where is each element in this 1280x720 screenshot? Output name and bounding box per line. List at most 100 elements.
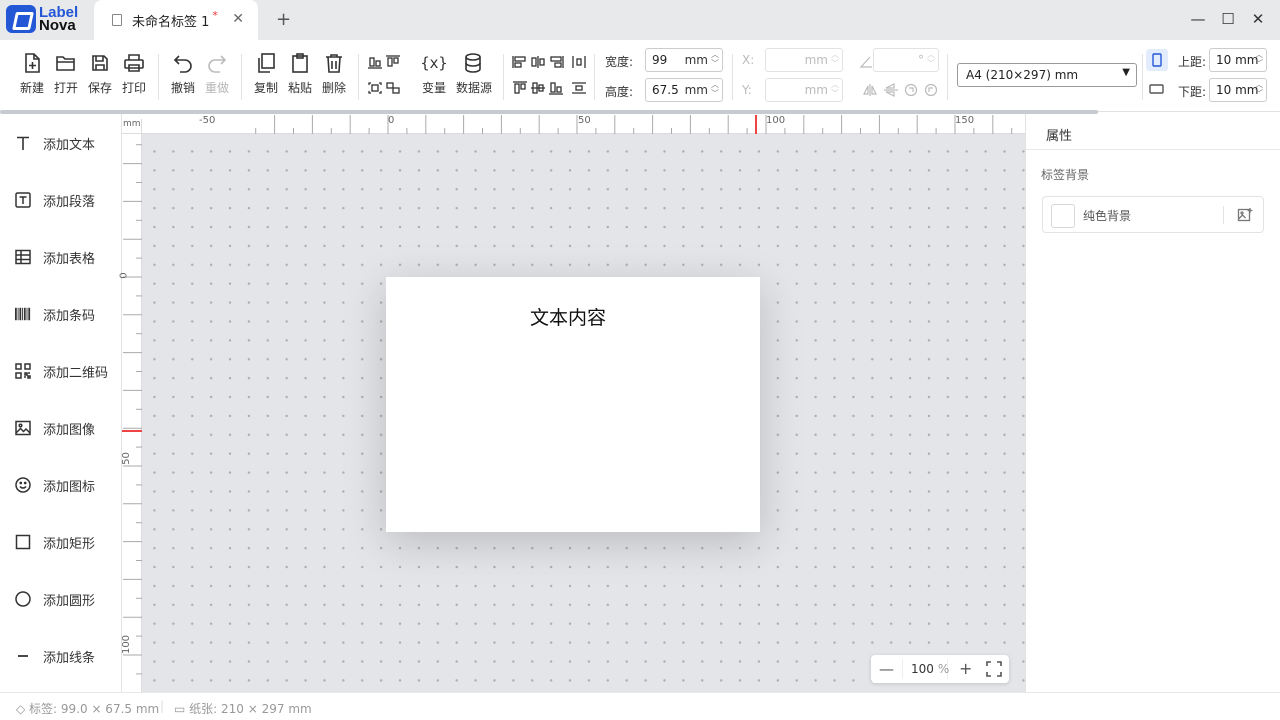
new-tab-button[interactable]: +	[276, 9, 291, 30]
portrait-icon	[1152, 53, 1162, 67]
ruler-unit: mm	[123, 119, 142, 134]
undo-button[interactable]: 撤销	[166, 50, 200, 96]
spinner-arrows-icon[interactable]: ︿ ﹀	[1255, 50, 1263, 68]
flip-vertical-icon[interactable]	[883, 83, 899, 97]
rotate-left-45-icon[interactable]	[903, 83, 919, 97]
maximize-button[interactable]: ☐	[1218, 10, 1238, 30]
image-background-icon[interactable]	[1237, 207, 1253, 223]
portrait-orientation-button[interactable]	[1146, 49, 1168, 71]
zoom-value-input[interactable]: 100%	[902, 659, 949, 679]
sidebar-item-add-barcode[interactable]: 添加条码	[0, 294, 122, 334]
save-button[interactable]: 保存	[83, 50, 117, 96]
status-bar: ◇ 标签: 99.0 × 67.5 mm | ▭ 纸张: 210 × 297 m…	[0, 692, 1280, 720]
spinner-arrows-icon[interactable]: ︿ ﹀	[831, 80, 839, 98]
align-bottom-icon[interactable]	[367, 55, 383, 69]
variable-button[interactable]: {x} 变量	[417, 50, 451, 96]
x-unit: mm	[804, 53, 828, 67]
text-element[interactable]: 文本内容	[530, 303, 606, 330]
redo-icon	[200, 50, 234, 76]
copy-button[interactable]: 复制	[249, 50, 283, 96]
rotate-right-45-icon[interactable]	[923, 83, 939, 97]
sidebar-item-add-circle[interactable]: 添加圆形	[0, 579, 122, 619]
distribute-h-icon[interactable]	[571, 55, 587, 69]
spinner-arrows-icon[interactable]: ︿ ﹀	[711, 80, 719, 98]
width-unit: mm	[684, 53, 708, 67]
angle-icon	[859, 56, 872, 68]
x-label: X:	[742, 53, 755, 67]
zoom-value: 100	[911, 662, 934, 676]
ruler-tick-label: 0	[388, 115, 395, 126]
sidebar-item-add-paragraph[interactable]: 添加段落	[0, 180, 122, 220]
label-page[interactable]: 文本内容	[386, 277, 760, 532]
datasource-label: 数据源	[456, 81, 493, 95]
height-label: 高度:	[605, 85, 634, 99]
spinner-arrows-icon[interactable]: ︿ ﹀	[831, 50, 839, 68]
spinner-arrows-icon[interactable]: ︿ ﹀	[927, 50, 935, 68]
datasource-button[interactable]: 数据源	[456, 50, 493, 96]
folder-icon	[49, 50, 83, 76]
minimize-button[interactable]: —	[1188, 10, 1208, 30]
distribute-v-icon[interactable]	[571, 81, 587, 95]
redo-button[interactable]: 重做	[200, 50, 234, 96]
sidebar-item-label: 添加线条	[43, 650, 96, 666]
ruler-tick-label: -50	[199, 115, 216, 126]
align-center-h-icon[interactable]	[530, 55, 546, 69]
undo-icon	[166, 50, 200, 76]
group-icon[interactable]	[367, 81, 383, 95]
top-margin-input[interactable]: 10 mm ︿ ﹀	[1209, 48, 1267, 72]
copy-icon	[249, 50, 283, 76]
sidebar-item-add-text[interactable]: 添加文本	[0, 123, 122, 163]
x-input[interactable]: mm ︿ ﹀	[765, 48, 843, 72]
delete-button[interactable]: 删除	[317, 50, 351, 96]
background-selector[interactable]: 纯色背景	[1042, 196, 1264, 233]
document-tab[interactable]: 未命名标签 1 * ✕	[94, 0, 258, 40]
landscape-orientation-button[interactable]	[1146, 78, 1168, 100]
toolbar-divider	[1142, 54, 1143, 100]
label-size-status: ◇ 标签: 99.0 × 67.5 mm	[16, 700, 159, 717]
sidebar-item-label: 添加表格	[43, 251, 96, 267]
bottom-margin-input[interactable]: 10 mm ︿ ﹀	[1209, 78, 1267, 102]
open-button[interactable]: 打开	[49, 50, 83, 96]
print-button[interactable]: 打印	[117, 50, 151, 96]
align-left-icon[interactable]	[512, 55, 528, 69]
bottom-margin-value: 10 mm	[1216, 83, 1259, 97]
new-button[interactable]: 新建	[15, 50, 49, 96]
sidebar-item-label: 添加二维码	[43, 365, 109, 381]
spinner-arrows-icon[interactable]: ︿ ﹀	[711, 50, 719, 68]
align-middle-v-icon[interactable]	[530, 81, 546, 95]
tab-close-icon[interactable]: ✕	[232, 11, 244, 27]
color-swatch[interactable]	[1051, 204, 1075, 228]
paragraph-icon	[15, 192, 31, 208]
sidebar-item-add-icon[interactable]: 添加图标	[0, 465, 122, 505]
zoom-in-button[interactable]: +	[959, 659, 972, 678]
toolbar-divider	[732, 54, 733, 100]
ungroup-icon[interactable]	[385, 81, 401, 95]
sidebar-item-add-image[interactable]: 添加图像	[0, 408, 122, 448]
align-bottom-edge-icon[interactable]	[548, 81, 564, 95]
y-input[interactable]: mm ︿ ﹀	[765, 78, 843, 102]
sidebar-item-add-line[interactable]: 添加线条	[0, 636, 122, 676]
align-right-icon[interactable]	[548, 55, 564, 69]
tab-title: 未命名标签 1	[132, 14, 210, 30]
smiley-icon	[15, 477, 31, 493]
align-top-icon[interactable]	[385, 55, 401, 69]
sidebar-item-add-qrcode[interactable]: 添加二维码	[0, 351, 122, 391]
sidebar-item-add-rectangle[interactable]: 添加矩形	[0, 522, 122, 562]
copy-label: 复制	[253, 81, 278, 95]
fullscreen-icon[interactable]	[986, 661, 1002, 677]
spinner-arrows-icon[interactable]: ︿ ﹀	[1255, 80, 1263, 98]
paste-button[interactable]: 粘贴	[283, 50, 317, 96]
ruler-tick-label: 150	[955, 115, 975, 126]
zoom-out-button[interactable]: —	[879, 660, 894, 678]
paper-size-select[interactable]: A4 (210×297) mm ▼	[957, 63, 1137, 87]
width-input[interactable]: 99 mm ︿ ﹀	[645, 48, 723, 72]
align-top-edge-icon[interactable]	[512, 81, 528, 95]
sidebar-item-label: 添加圆形	[43, 593, 96, 609]
sidebar-item-add-table[interactable]: 添加表格	[0, 237, 122, 277]
rotation-input[interactable]: ° ︿ ﹀	[873, 48, 939, 72]
flip-horizontal-icon[interactable]	[862, 83, 878, 97]
height-input[interactable]: 67.5 mm ︿ ﹀	[645, 78, 723, 102]
ruler-ticks	[122, 144, 142, 675]
status-separator: |	[160, 699, 165, 713]
close-window-button[interactable]: ✕	[1248, 10, 1268, 30]
